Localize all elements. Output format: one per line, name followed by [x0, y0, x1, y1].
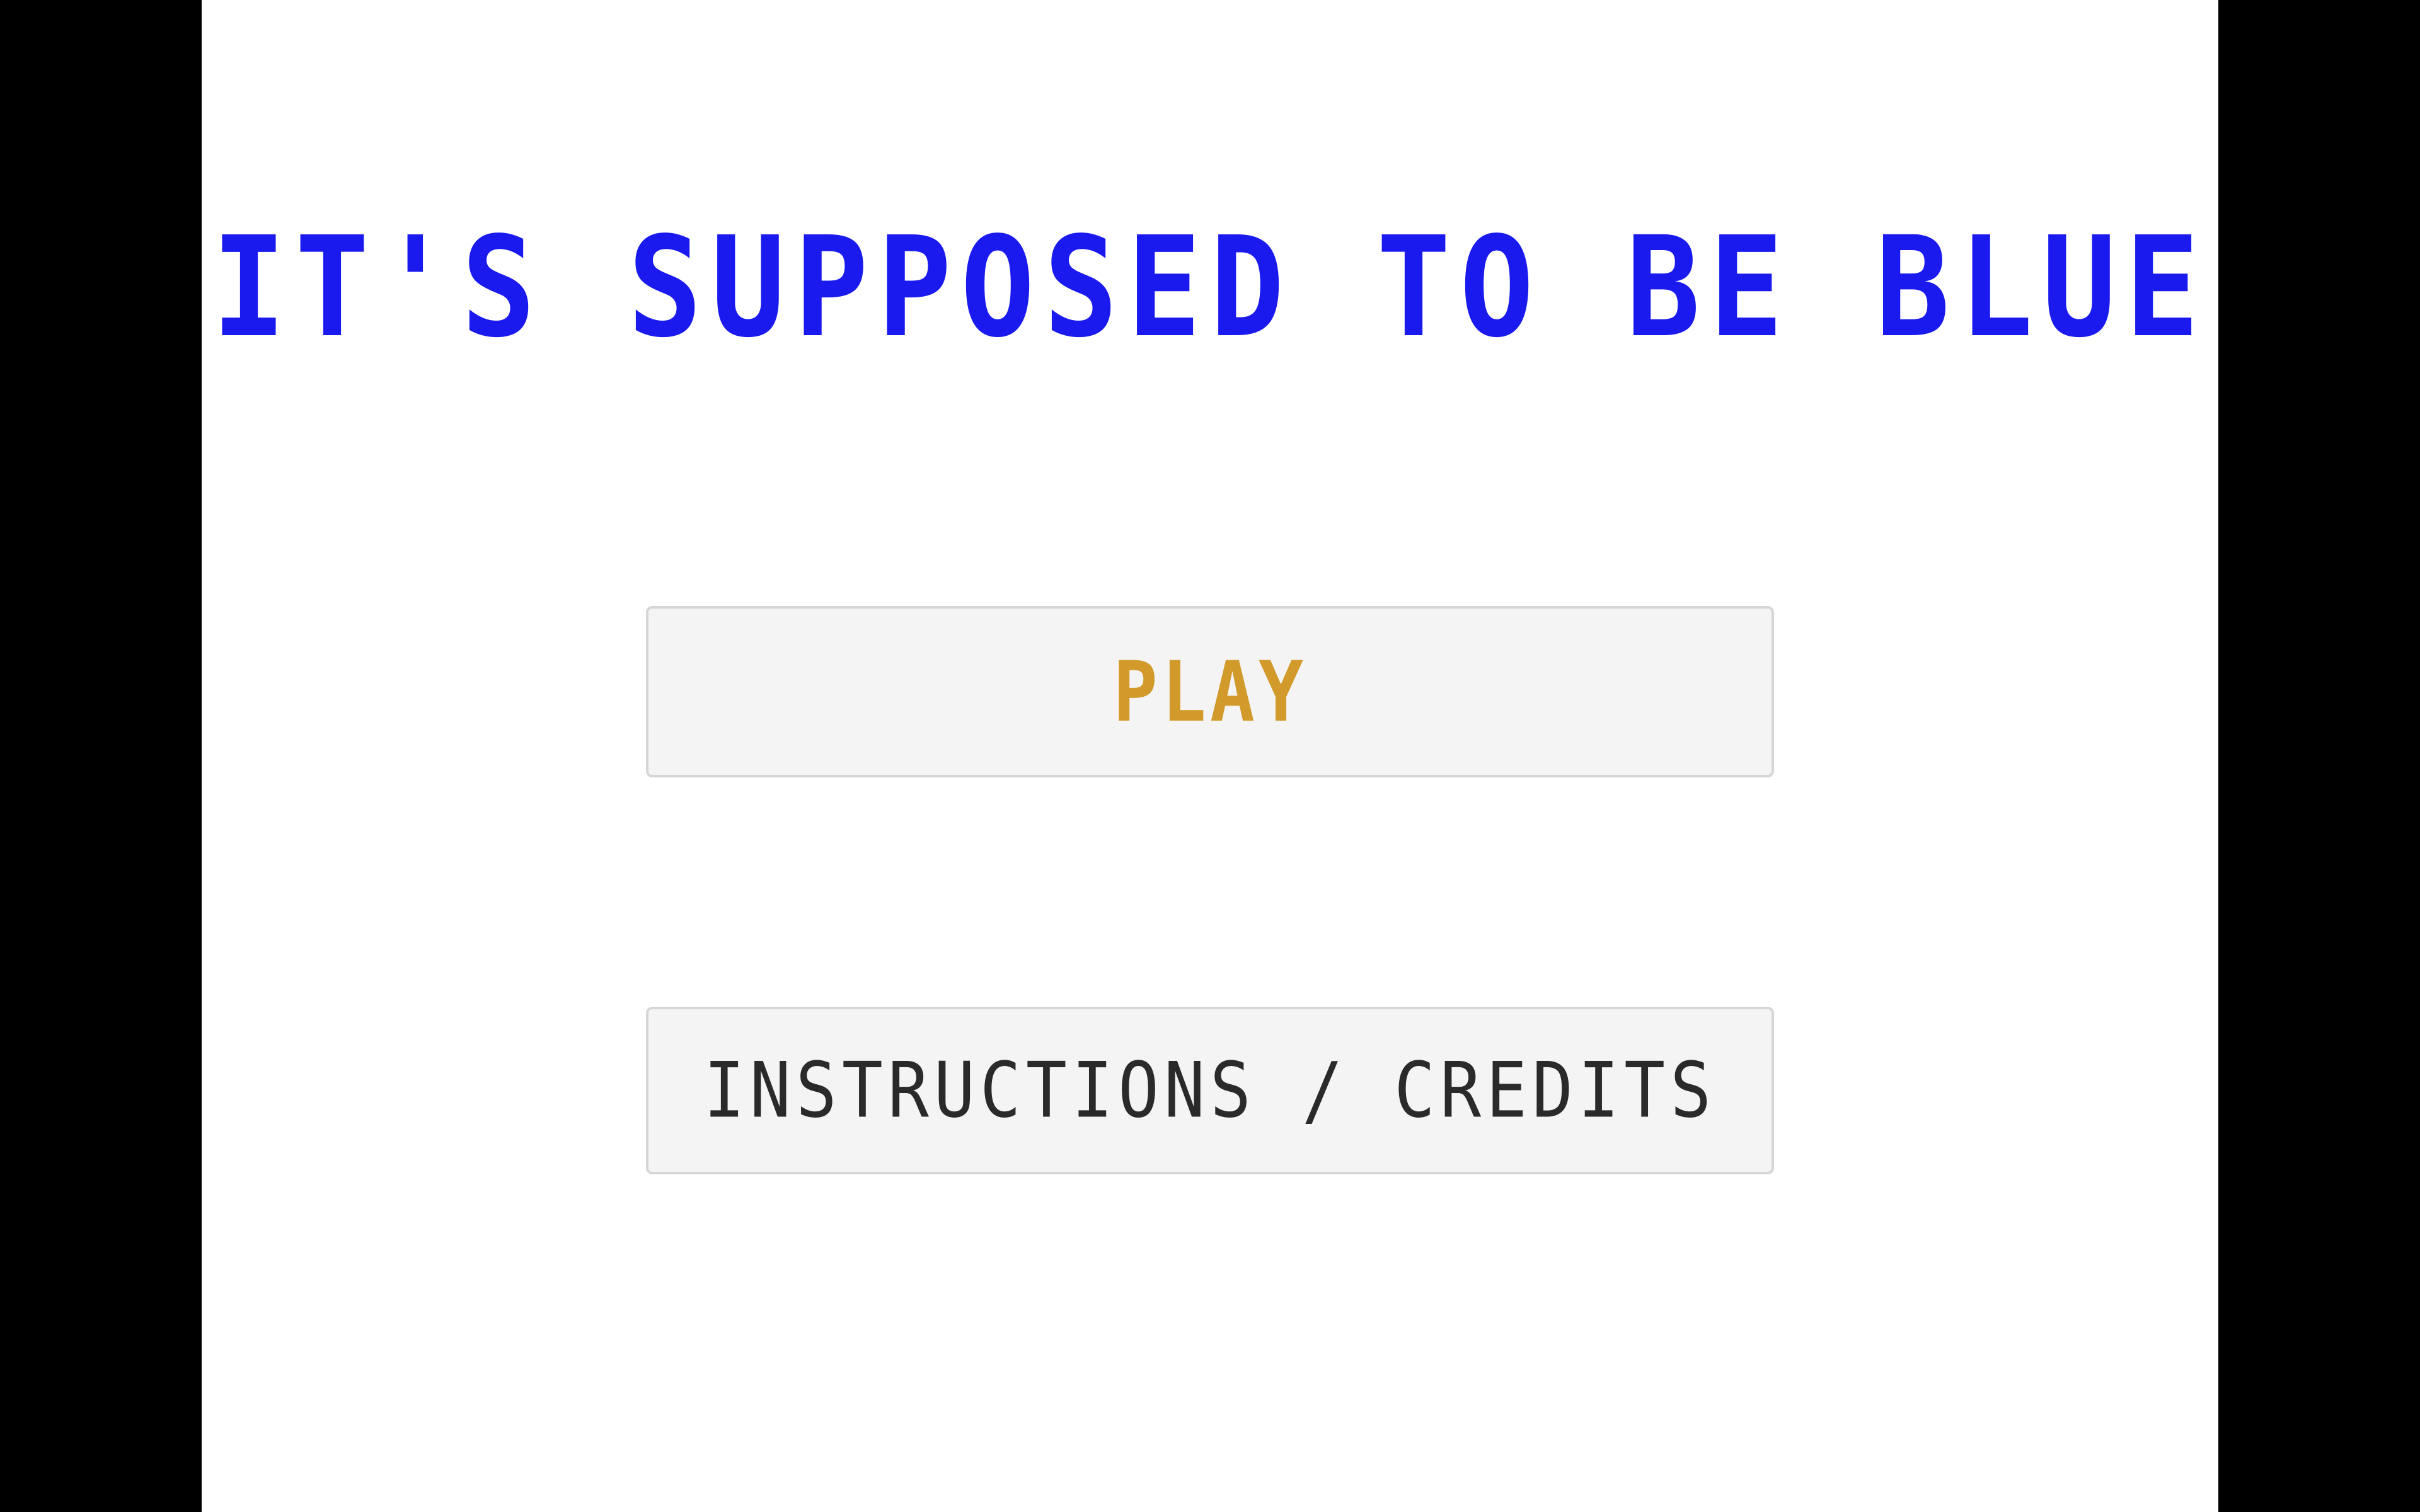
letterbox-background: IT'S SUPPOSED TO BE BLUE PLAY INSTRUCTIO… — [0, 0, 2420, 1512]
instructions-credits-button[interactable]: INSTRUCTIONS / CREDITS — [646, 1007, 1774, 1174]
play-button-label: PLAY — [1112, 643, 1308, 741]
play-button[interactable]: PLAY — [646, 606, 1774, 777]
game-title: IT'S SUPPOSED TO BE BLUE — [211, 207, 2209, 369]
game-canvas: IT'S SUPPOSED TO BE BLUE PLAY INSTRUCTIO… — [202, 0, 2218, 1512]
instructions-credits-button-label: INSTRUCTIONS / CREDITS — [703, 1046, 1717, 1135]
